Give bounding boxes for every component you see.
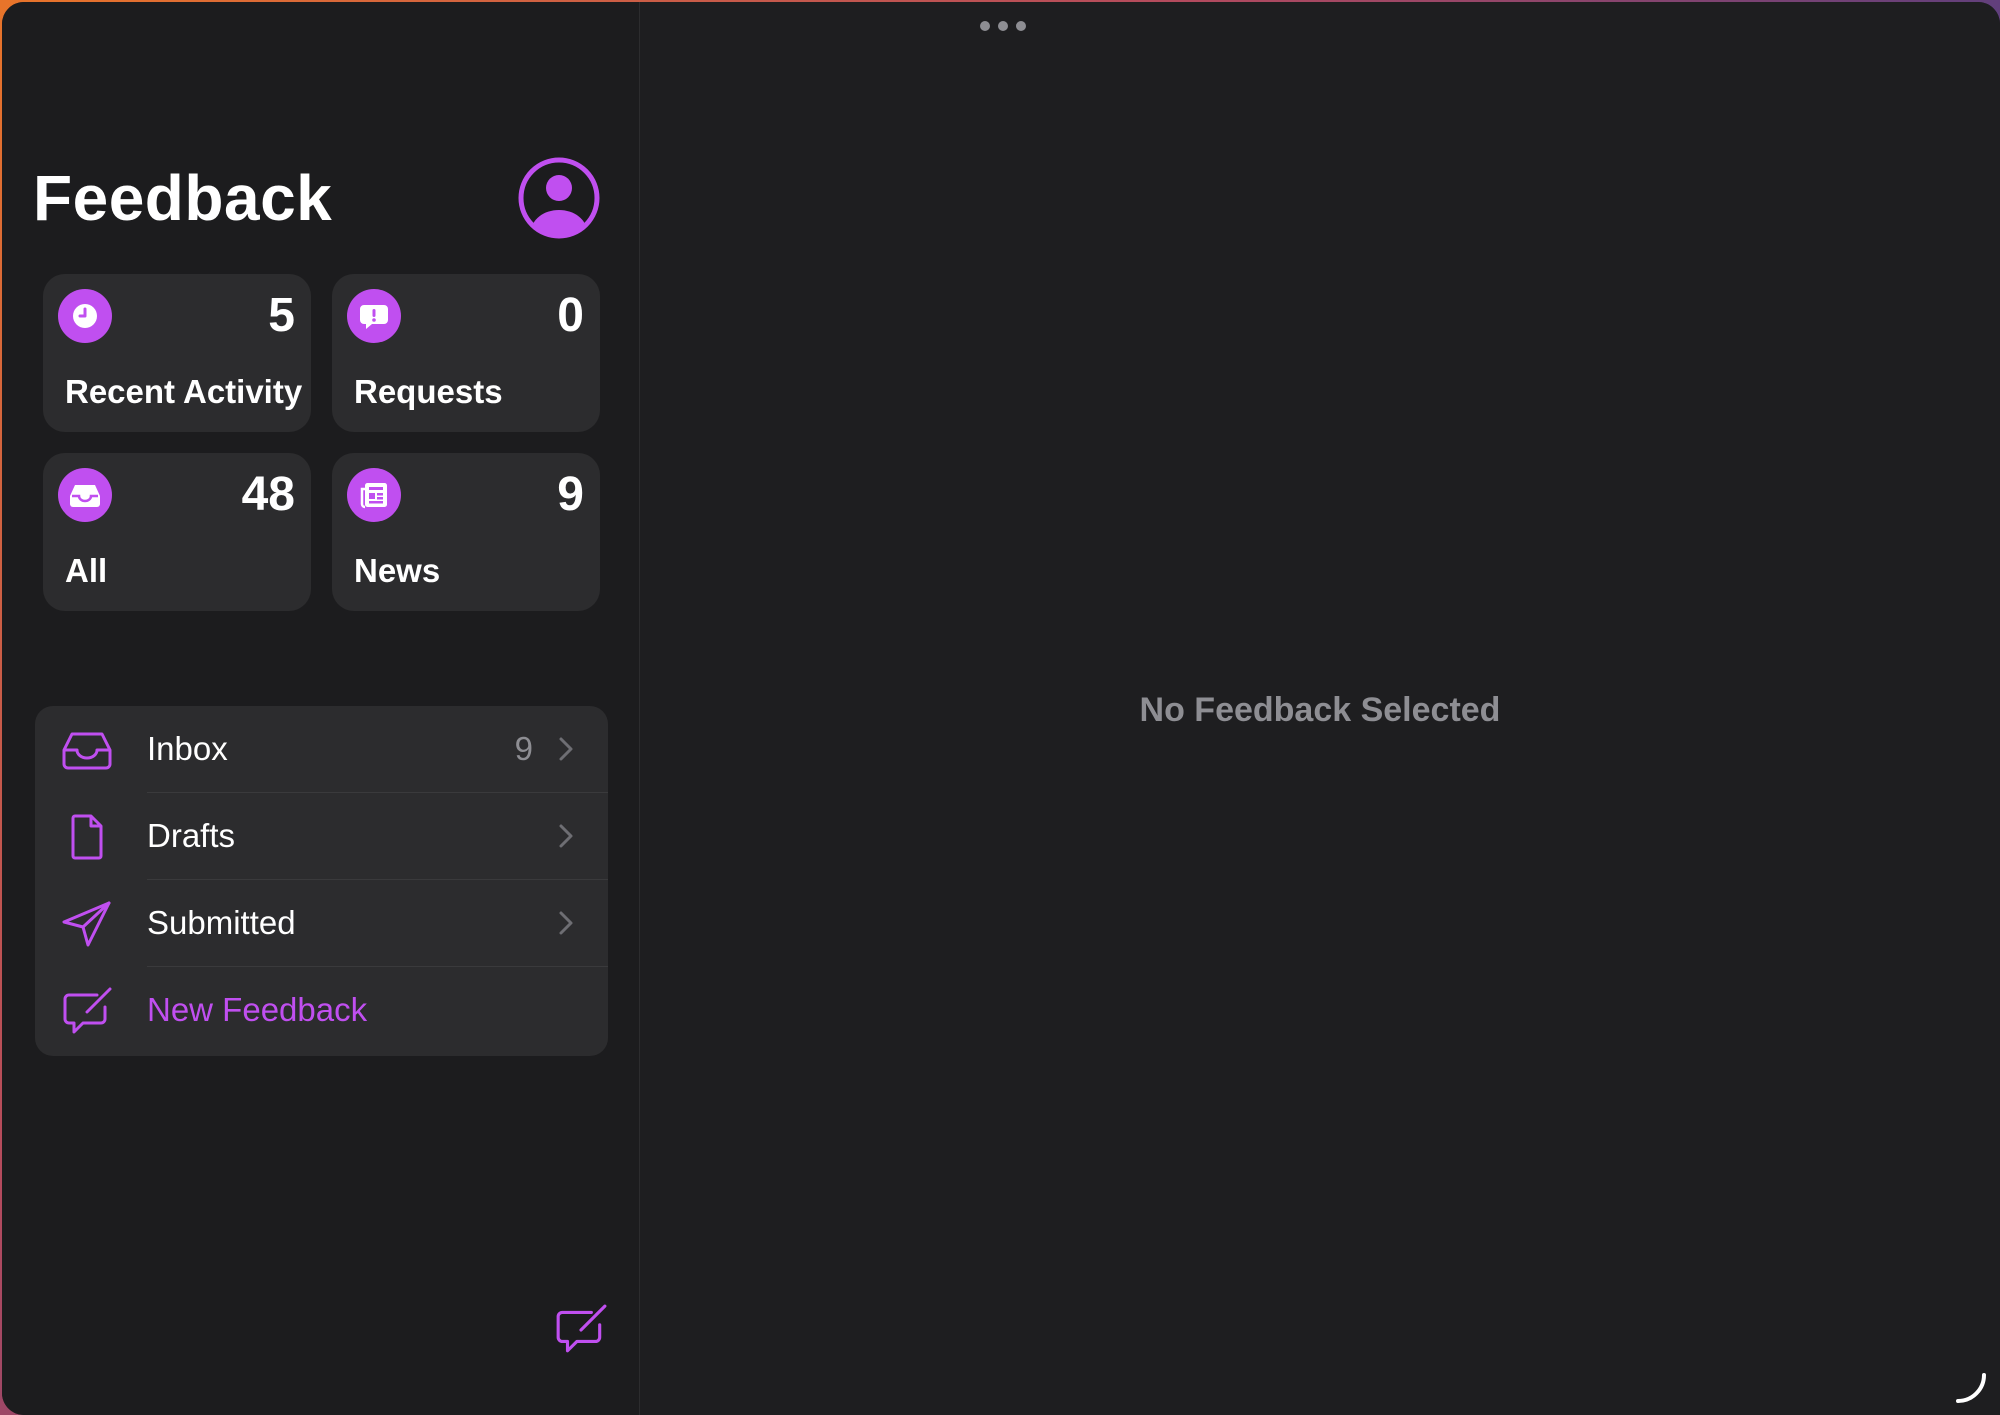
- list-item-count: 9: [514, 730, 533, 767]
- list-item-label: New Feedback: [147, 991, 368, 1028]
- tile-count: 48: [241, 468, 295, 521]
- clock-icon: [58, 289, 112, 343]
- compose-bubble-icon: [63, 987, 112, 1034]
- tile-news[interactable]: 9 News: [332, 453, 600, 611]
- chevron-right-icon: [559, 737, 573, 761]
- exclamation-bubble-icon: [347, 289, 401, 343]
- list-item-label: Submitted: [147, 904, 296, 941]
- list-item-drafts[interactable]: Drafts: [35, 793, 608, 880]
- new-feedback-button[interactable]: New Feedback: [35, 967, 608, 1054]
- chevron-right-icon: [559, 911, 573, 935]
- resize-handle-icon[interactable]: [1954, 1371, 1988, 1405]
- list-item-submitted[interactable]: Submitted: [35, 880, 608, 967]
- list-item-label: Inbox: [147, 730, 228, 767]
- compose-button[interactable]: [554, 1304, 608, 1354]
- document-icon: [71, 814, 103, 860]
- sidebar: Feedback 5 Recent Activity 0 Requests 48…: [2, 2, 640, 1415]
- compose-bubble-icon: [556, 1304, 607, 1353]
- tile-all[interactable]: 48 All: [43, 453, 311, 611]
- ellipsis-icon[interactable]: [980, 20, 1026, 32]
- detail-pane: No Feedback Selected: [640, 2, 2000, 1415]
- tile-label: All: [65, 552, 108, 589]
- newspaper-icon: [347, 468, 401, 522]
- person-circle-icon: [518, 157, 600, 239]
- tile-count: 9: [557, 468, 584, 521]
- account-button[interactable]: [517, 156, 601, 240]
- tile-label: News: [354, 552, 441, 589]
- tile-recent-activity[interactable]: 5 Recent Activity: [43, 274, 311, 432]
- app-window: Feedback 5 Recent Activity 0 Requests 48…: [2, 2, 2000, 1415]
- tile-count: 5: [268, 289, 295, 342]
- empty-state-message: No Feedback Selected: [1139, 691, 1501, 729]
- mailbox-list: Inbox 9 Drafts Submitted New Feedback: [35, 706, 608, 1056]
- tray-icon: [62, 732, 112, 770]
- tile-label: Requests: [354, 373, 503, 410]
- list-item-label: Drafts: [147, 817, 236, 854]
- tile-label: Recent Activity: [65, 373, 303, 410]
- tile-requests[interactable]: 0 Requests: [332, 274, 600, 432]
- tray-icon: [58, 468, 112, 522]
- chevron-right-icon: [559, 824, 573, 848]
- paperplane-icon: [62, 901, 111, 947]
- tile-count: 0: [557, 289, 584, 342]
- list-item-inbox[interactable]: Inbox 9: [35, 706, 608, 793]
- page-title: Feedback: [33, 162, 333, 234]
